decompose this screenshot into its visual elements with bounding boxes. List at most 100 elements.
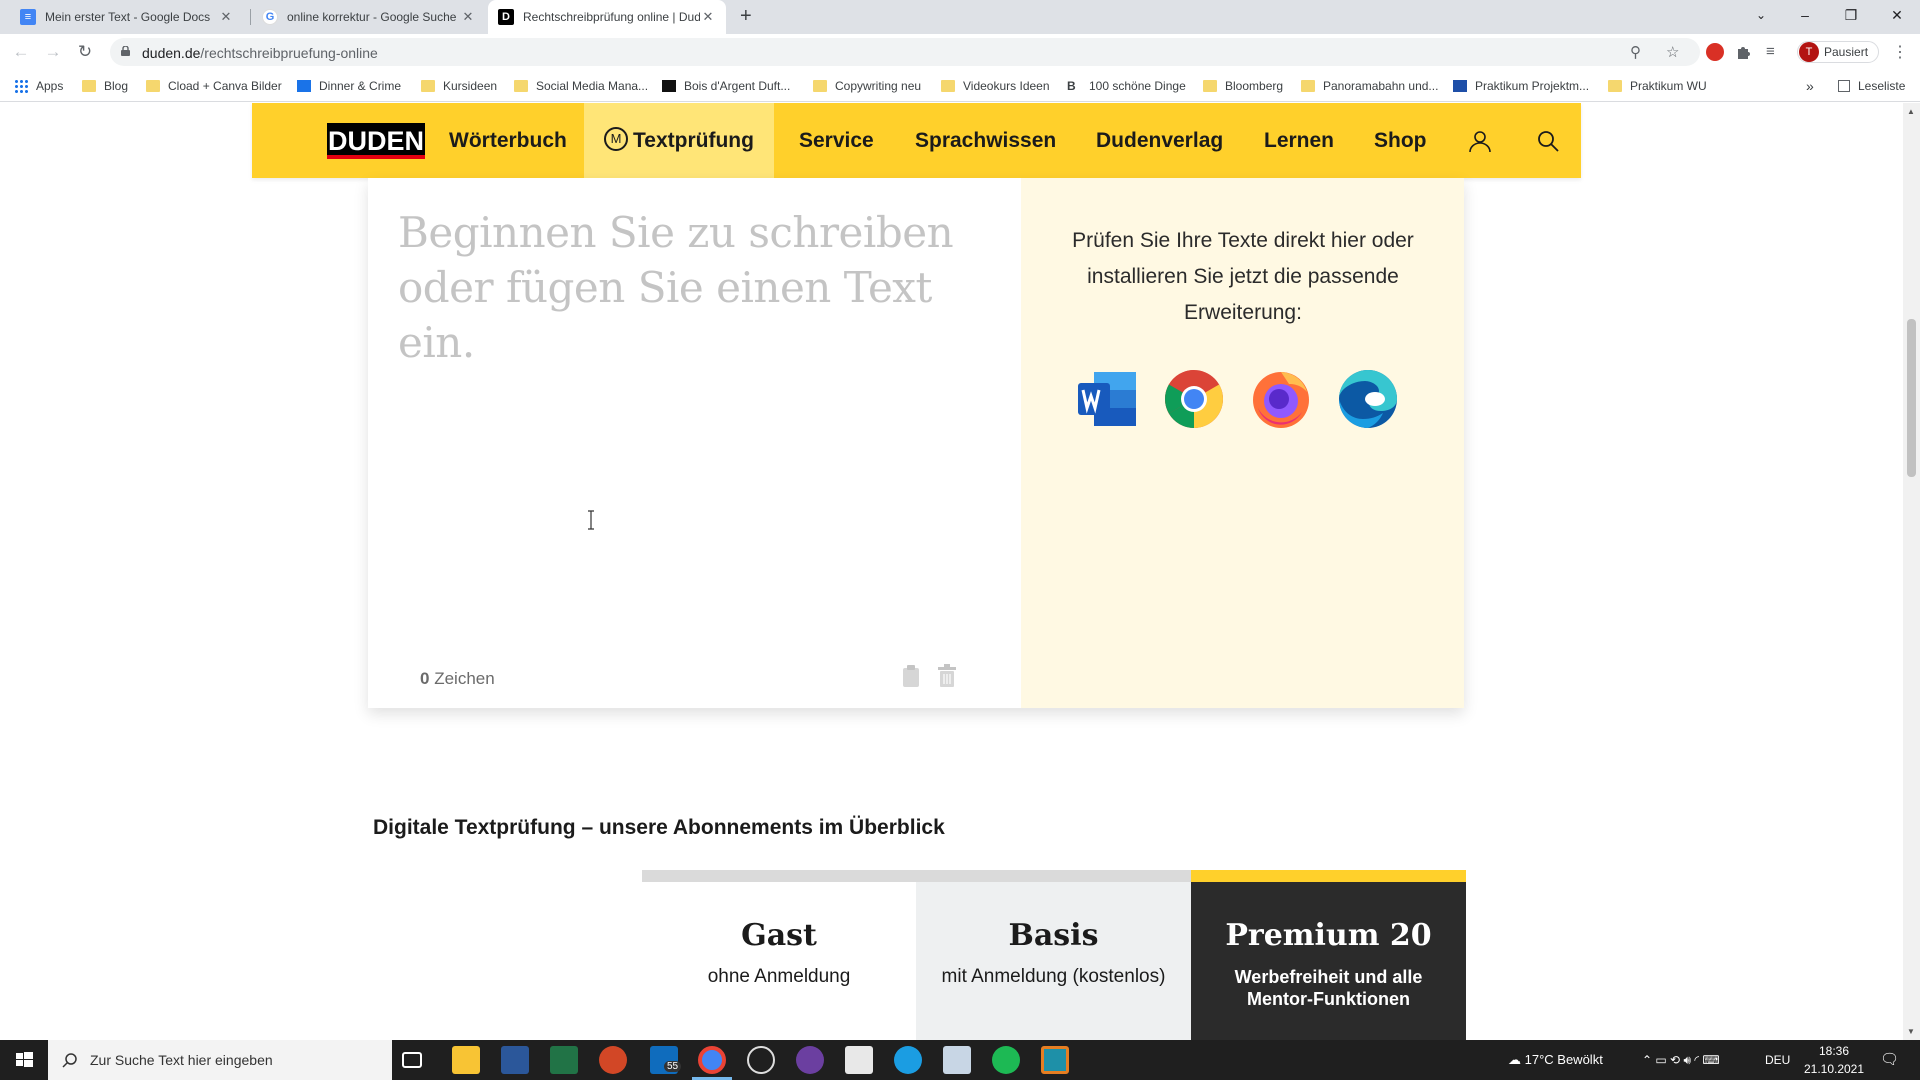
close-tab-icon[interactable]: ✕ [460,9,476,25]
chrome-menu-icon[interactable]: ⋮ [1892,42,1908,62]
bookmark-label: Kursideen [443,79,498,93]
bookmark-bloomberg[interactable]: Bloomberg [1203,78,1283,94]
close-window-icon[interactable]: ✕ [1874,0,1920,30]
edge-taskbar-icon[interactable] [894,1046,922,1074]
zoom-icon[interactable]: ⚲ [1630,43,1641,61]
bookmark-apps[interactable]: Apps [14,78,63,94]
powerpoint-taskbar-icon[interactable] [599,1046,627,1074]
scroll-up-icon[interactable]: ▲ [1907,107,1915,116]
bookmark-praktikum-projekt[interactable]: Praktikum Projektm... [1453,78,1589,94]
app-active-taskbar-icon[interactable] [1041,1046,1069,1074]
restore-icon[interactable]: ❐ [1828,0,1874,30]
scroll-down-icon[interactable]: ▼ [1907,1027,1915,1036]
close-tab-icon[interactable]: ✕ [700,9,716,25]
adblock-extension-icon[interactable] [1706,43,1724,61]
paint-taskbar-icon[interactable] [845,1046,873,1074]
reload-icon[interactable]: ↻ [74,41,96,63]
bookmark-100-dinge[interactable]: B 100 schöne Dinge [1067,78,1186,94]
extensions-puzzle-icon[interactable] [1735,43,1753,61]
page-scrollbar[interactable]: ▲ ▼ [1903,103,1920,1040]
bookmark-copywriting[interactable]: Copywriting neu [813,78,921,94]
editor-textarea[interactable]: Beginnen Sie zu schreiben oder fügen Sie… [398,205,958,370]
word-taskbar-icon[interactable] [501,1046,529,1074]
char-counter: 0 Zeichen [420,669,495,689]
plan-gast: Gast ohne Anmeldung [642,870,916,1040]
minimize-icon[interactable]: – [1782,0,1828,30]
reading-list-button[interactable]: Leseliste [1838,78,1905,94]
user-icon[interactable] [1468,129,1492,153]
language-indicator[interactable]: DEU [1765,1040,1790,1080]
bookmark-label: Apps [36,79,64,93]
folder-icon [514,80,528,92]
extension-prompt: Prüfen Sie Ihre Texte direkt hier oder i… [1072,229,1414,324]
scrollbar-thumb[interactable] [1907,319,1916,477]
nav-shop[interactable]: Shop [1374,103,1427,178]
tab-title: online korrektur - Google Suche [287,10,457,24]
bookmark-bois-dargent[interactable]: Bois d'Argent Duft... [662,78,790,94]
notification-icon[interactable]: 🗨︎ [1880,1040,1899,1080]
bookmark-canva[interactable]: Cload + Canva Bilder [146,78,282,94]
url-text: duden.de/rechtschreibpruefung-online [142,45,378,61]
avatar: T [1799,42,1819,62]
tab-title: Mein erster Text - Google Docs [45,10,211,24]
system-clock[interactable]: 18:36 21.10.2021 [1800,1042,1868,1078]
bookmark-label: Bloomberg [1225,79,1284,93]
tab-google-docs[interactable]: ≡ Mein erster Text - Google Docs ✕ [10,0,244,34]
windows-start-icon[interactable] [0,1040,48,1080]
bookmark-star-icon[interactable]: ☆ [1666,43,1679,61]
firefox-icon[interactable] [1250,368,1312,430]
more-bookmarks-button[interactable]: » [1806,78,1814,94]
bookmark-dinner-crime[interactable]: Dinner & Crime [297,78,401,94]
nav-sprachwissen[interactable]: Sprachwissen [915,103,1056,178]
clipboard-icon[interactable] [901,664,921,688]
plan-bar [1191,870,1466,882]
new-tab-icon[interactable]: + [740,5,752,28]
notepad-taskbar-icon[interactable] [943,1046,971,1074]
search-icon[interactable] [1536,129,1560,153]
chrome-icon[interactable] [1163,368,1225,430]
bookmark-label: Praktikum Projektm... [1475,79,1590,93]
folder-icon [1301,80,1315,92]
bookmark-label: Copywriting neu [835,79,922,93]
close-tab-icon[interactable]: ✕ [218,9,234,25]
chrome-taskbar-icon[interactable] [698,1046,726,1074]
bookmark-videokurs[interactable]: Videokurs Ideen [941,78,1050,94]
back-icon[interactable]: ← [10,41,32,63]
nav-lernen[interactable]: Lernen [1264,103,1334,178]
spotify-taskbar-icon[interactable] [992,1046,1020,1074]
j-icon [1453,80,1467,92]
nav-service[interactable]: Service [799,103,874,178]
media-control-icon[interactable]: ≡ [1766,43,1784,61]
folder-icon [1608,80,1622,92]
profile-status: Pausiert [1824,45,1869,59]
nav-textpruefung[interactable]: M Textprüfung [584,103,774,178]
tab-duden[interactable]: D Rechtschreibprüfung online | Duden ✕ [488,0,726,34]
edge-icon[interactable] [1337,368,1399,430]
nav-dudenverlag[interactable]: Dudenverlag [1096,103,1223,178]
file-explorer-icon[interactable] [452,1046,480,1074]
app-taskbar-icon[interactable] [796,1046,824,1074]
word-icon[interactable] [1076,368,1138,430]
profile-button[interactable]: T Pausiert [1797,41,1879,63]
bookmark-panoramabahn[interactable]: Panoramabahn und... [1301,78,1438,94]
bookmark-label: Bois d'Argent Duft... [684,79,791,93]
excel-taskbar-icon[interactable] [550,1046,578,1074]
bookmark-kursideen[interactable]: Kursideen [421,78,497,94]
bookmark-social-media[interactable]: Social Media Mana... [514,78,648,94]
duden-navbar: DUDEN Wörterbuch M Textprüfung Service Sp… [252,103,1581,178]
tab-google-search[interactable]: G online korrektur - Google Suche ✕ [252,0,486,34]
tab-search-icon[interactable]: ⌄ [1738,0,1784,30]
plan-name: Premium 20 [1225,918,1432,953]
address-bar[interactable]: duden.de/rechtschreibpruefung-online ⚲ ☆ [110,38,1700,66]
tray-icons[interactable]: ⌃ ▭ ⟲ 🔊︎ ◜ ⌨ [1642,1040,1720,1080]
task-view-icon[interactable] [402,1052,422,1068]
taskbar-search[interactable]: Zur Suche Text hier eingeben [48,1040,392,1080]
nav-woerterbuch[interactable]: Wörterbuch [449,103,567,178]
bookmark-blog[interactable]: Blog [82,78,128,94]
bookmark-praktikum-wu[interactable]: Praktikum WU [1608,78,1707,94]
trash-icon[interactable] [937,664,957,688]
duden-logo[interactable]: DUDEN [327,123,425,159]
obs-taskbar-icon[interactable] [747,1046,775,1074]
forward-icon[interactable]: → [42,41,64,63]
weather-widget[interactable]: ☁ 17°C Bewölkt [1508,1040,1603,1080]
